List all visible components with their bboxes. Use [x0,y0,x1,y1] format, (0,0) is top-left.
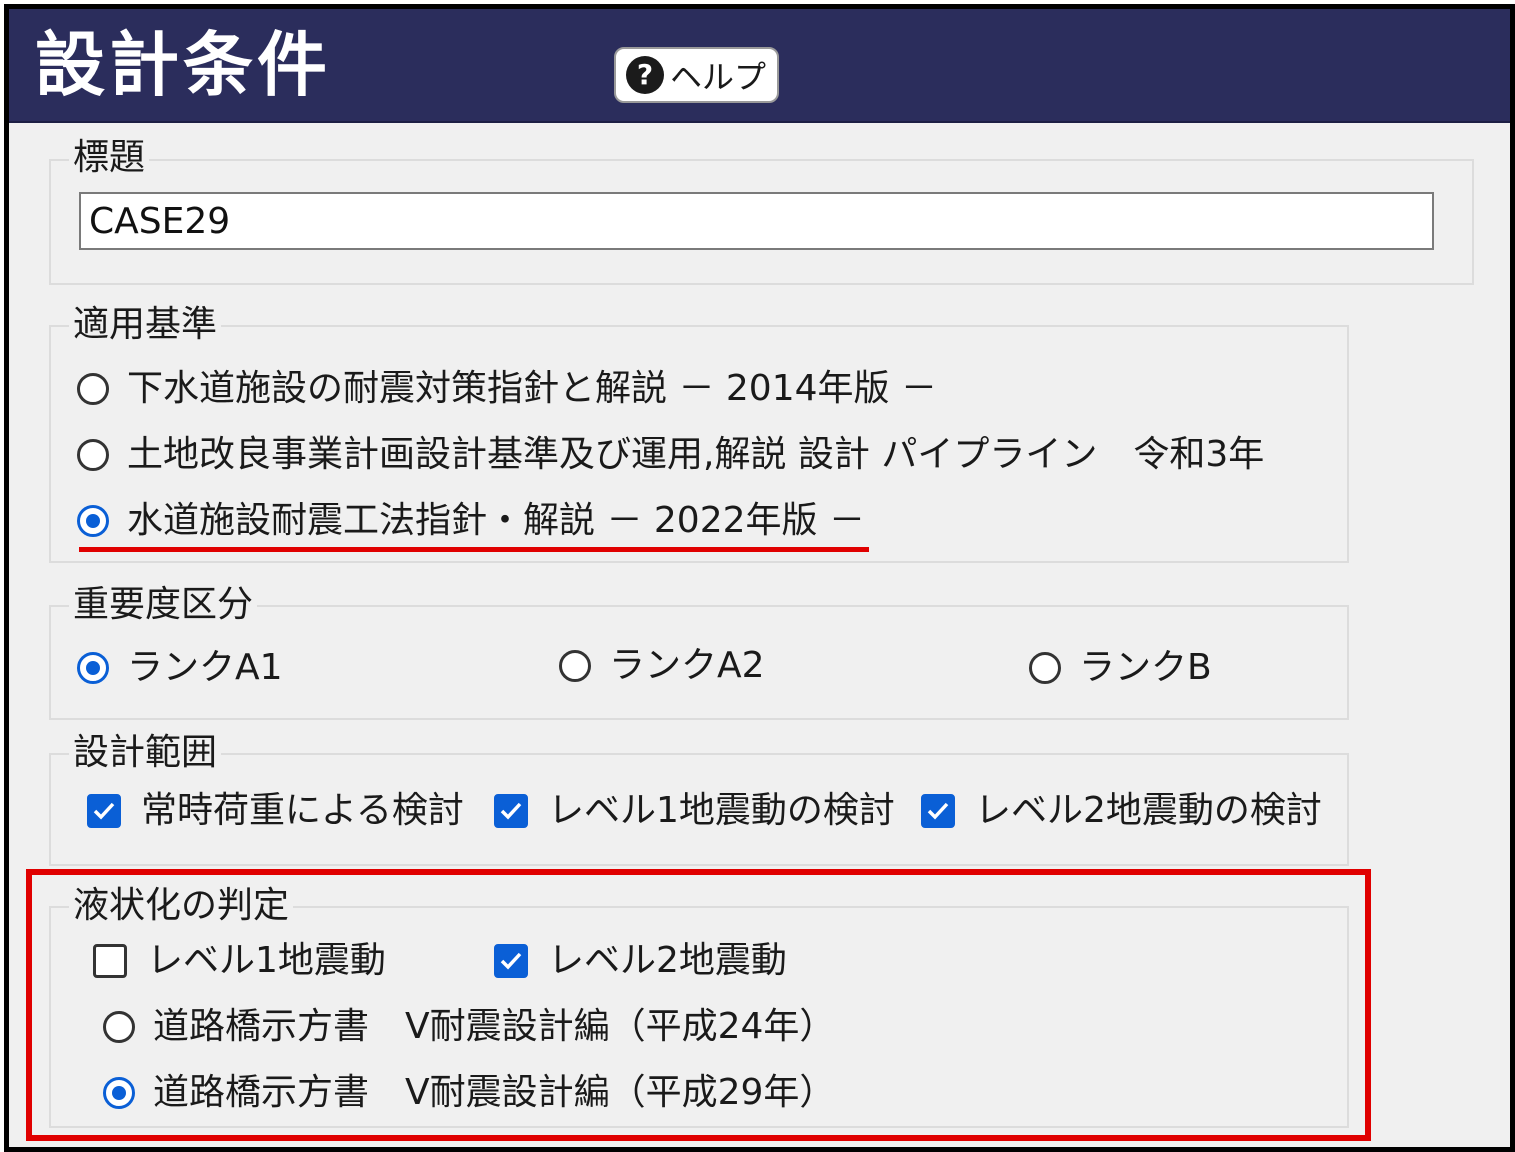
liquefaction-option-label: 道路橋示方書 V耐震設計編（平成24年） [153,1006,836,1047]
importance-group-legend: 重要度区分 [69,583,258,627]
liquefaction-check-label: レベル2地震動 [548,940,787,981]
check-icon [500,802,522,820]
question-icon: ? [626,56,664,94]
importance-option-b[interactable]: ランクB [1029,646,1212,690]
check-icon [500,952,522,970]
liquefaction-check-label: レベル1地震動 [147,940,386,981]
scope-check-label: レベル2地震動の検討 [975,790,1322,831]
window-header: 設計条件 ? ヘルプ [9,9,1510,123]
help-button[interactable]: ? ヘルプ [614,47,779,103]
liquefaction-check-level1[interactable]: レベル1地震動 [93,939,386,983]
standard-radio-sewer[interactable] [77,373,109,405]
liquefaction-option-h29[interactable]: 道路橋示方書 V耐震設計編（平成29年） [103,1071,835,1115]
liquefaction-option-label: 道路橋示方書 V耐震設計編（平成29年） [153,1072,836,1113]
design-conditions-window: 設計条件 ? ヘルプ 標題 適用基準 下水道施設の耐震対策指針と解説 － 201… [4,4,1515,1152]
scope-check-normal-load[interactable]: 常時荷重による検討 [87,789,464,833]
scope-check-level2[interactable]: レベル2地震動の検討 [921,789,1322,833]
importance-radio-a1[interactable] [77,652,109,684]
standard-group-legend: 適用基準 [69,303,222,347]
title-input[interactable] [79,192,1434,250]
check-icon [927,802,949,820]
standard-option-land-improvement[interactable]: 土地改良事業計画設計基準及び運用,解説 設計 パイプライン 令和3年 [77,433,1264,477]
standard-option-label: 水道施設耐震工法指針・解説 － 2022年版 － [127,500,865,541]
liquefaction-option-h24[interactable]: 道路橋示方書 V耐震設計編（平成24年） [103,1005,835,1049]
window-title: 設計条件 [35,24,331,106]
importance-option-label: ランクA2 [609,645,765,686]
standard-option-label: 土地改良事業計画設計基準及び運用,解説 設計 パイプライン 令和3年 [127,434,1265,475]
title-group-legend: 標題 [69,136,150,180]
importance-radio-b[interactable] [1029,652,1061,684]
check-icon [93,802,115,820]
scope-checkbox-level2[interactable] [921,794,955,828]
liquefaction-checkbox-level1[interactable] [93,944,127,978]
standard-option-waterworks[interactable]: 水道施設耐震工法指針・解説 － 2022年版 － [77,499,865,543]
scope-checkbox-level1[interactable] [494,794,528,828]
scope-check-level1[interactable]: レベル1地震動の検討 [494,789,895,833]
standard-radio-waterworks[interactable] [77,505,109,537]
scope-checkbox-normal-load[interactable] [87,794,121,828]
importance-option-a2[interactable]: ランクA2 [559,644,765,688]
importance-option-a1[interactable]: ランクA1 [77,646,283,690]
scope-check-label: レベル1地震動の検討 [548,790,895,831]
importance-option-label: ランクB [1079,647,1212,688]
liquefaction-radio-h24[interactable] [103,1011,135,1043]
importance-radio-a2[interactable] [559,650,591,682]
highlight-underline [79,547,869,552]
standard-option-label: 下水道施設の耐震対策指針と解説 － 2014年版 － [127,368,937,409]
liquefaction-check-level2[interactable]: レベル2地震動 [494,939,787,983]
scope-check-label: 常時荷重による検討 [141,790,464,831]
liquefaction-group-legend: 液状化の判定 [69,884,294,928]
importance-option-label: ランクA1 [127,647,283,688]
standard-radio-land-improvement[interactable] [77,439,109,471]
scope-group-legend: 設計範囲 [69,731,222,775]
liquefaction-radio-h29[interactable] [103,1077,135,1109]
liquefaction-checkbox-level2[interactable] [494,944,528,978]
help-label: ヘルプ [670,58,767,96]
standard-option-sewer[interactable]: 下水道施設の耐震対策指針と解説 － 2014年版 － [77,367,937,411]
